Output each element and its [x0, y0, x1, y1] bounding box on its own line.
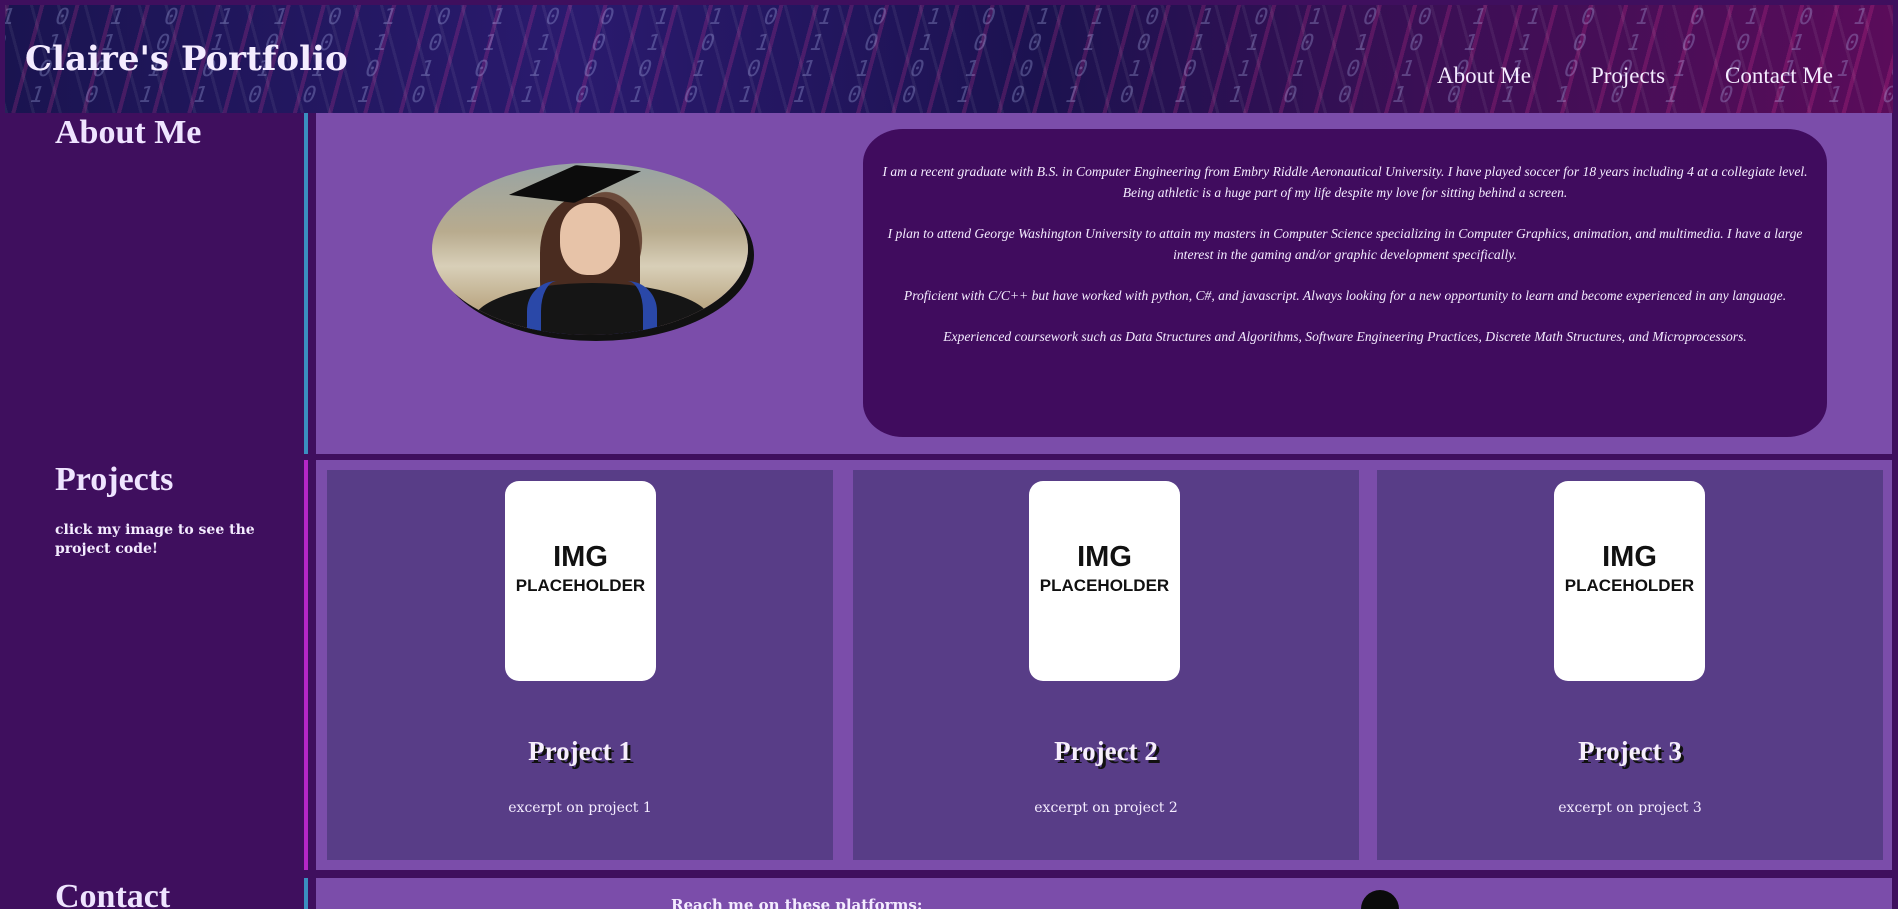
- site-header: 1 0 1 0 1 1 0 1 0 1 0 0 1 1 0 1 0 1 0 1 …: [5, 5, 1893, 113]
- project-excerpt: excerpt on project 2: [1034, 800, 1178, 816]
- project-image[interactable]: IMG PLACEHOLDER: [1029, 481, 1180, 681]
- projects-divider: [304, 460, 308, 870]
- project-image[interactable]: IMG PLACEHOLDER: [1554, 481, 1705, 681]
- project-image[interactable]: IMG PLACEHOLDER: [505, 481, 656, 681]
- bio-box: I am a recent graduate with B.S. in Comp…: [863, 129, 1827, 437]
- nav-projects[interactable]: Projects: [1591, 63, 1665, 89]
- contact-reach-label: Reach me on these platforms:: [671, 896, 923, 909]
- projects-heading: Projects: [55, 461, 174, 498]
- contact-divider: [304, 878, 308, 909]
- contact-heading: Contact: [55, 878, 171, 909]
- project-excerpt: excerpt on project 1: [508, 800, 652, 816]
- project-card: IMG PLACEHOLDER Project 1 excerpt on pro…: [327, 470, 833, 860]
- project-card: IMG PLACEHOLDER Project 3 excerpt on pro…: [1377, 470, 1883, 860]
- bio-paragraph: I am a recent graduate with B.S. in Comp…: [882, 164, 1808, 200]
- bio-paragraph: Proficient with C/C++ but have worked wi…: [903, 288, 1787, 303]
- project-excerpt: excerpt on project 3: [1558, 800, 1702, 816]
- project-title: Project 1: [528, 736, 632, 766]
- contact-panel: [316, 878, 1892, 909]
- project-title: Project 2: [1054, 736, 1158, 766]
- about-heading: About Me: [55, 114, 202, 151]
- bio-paragraph: I plan to attend George Washington Unive…: [887, 226, 1803, 262]
- project-title: Project 3: [1578, 736, 1682, 766]
- main-nav: About Me Projects Contact Me: [1437, 63, 1833, 89]
- brand-title[interactable]: Claire's Portfolio: [25, 39, 348, 79]
- nav-contact[interactable]: Contact Me: [1725, 63, 1833, 89]
- bio-paragraph: Experienced coursework such as Data Stru…: [943, 329, 1747, 344]
- profile-photo: [432, 163, 748, 335]
- nav-about[interactable]: About Me: [1437, 63, 1531, 89]
- projects-note: click my image to see the project code!: [55, 522, 255, 557]
- project-card: IMG PLACEHOLDER Project 2 excerpt on pro…: [853, 470, 1359, 860]
- about-divider: [304, 113, 308, 454]
